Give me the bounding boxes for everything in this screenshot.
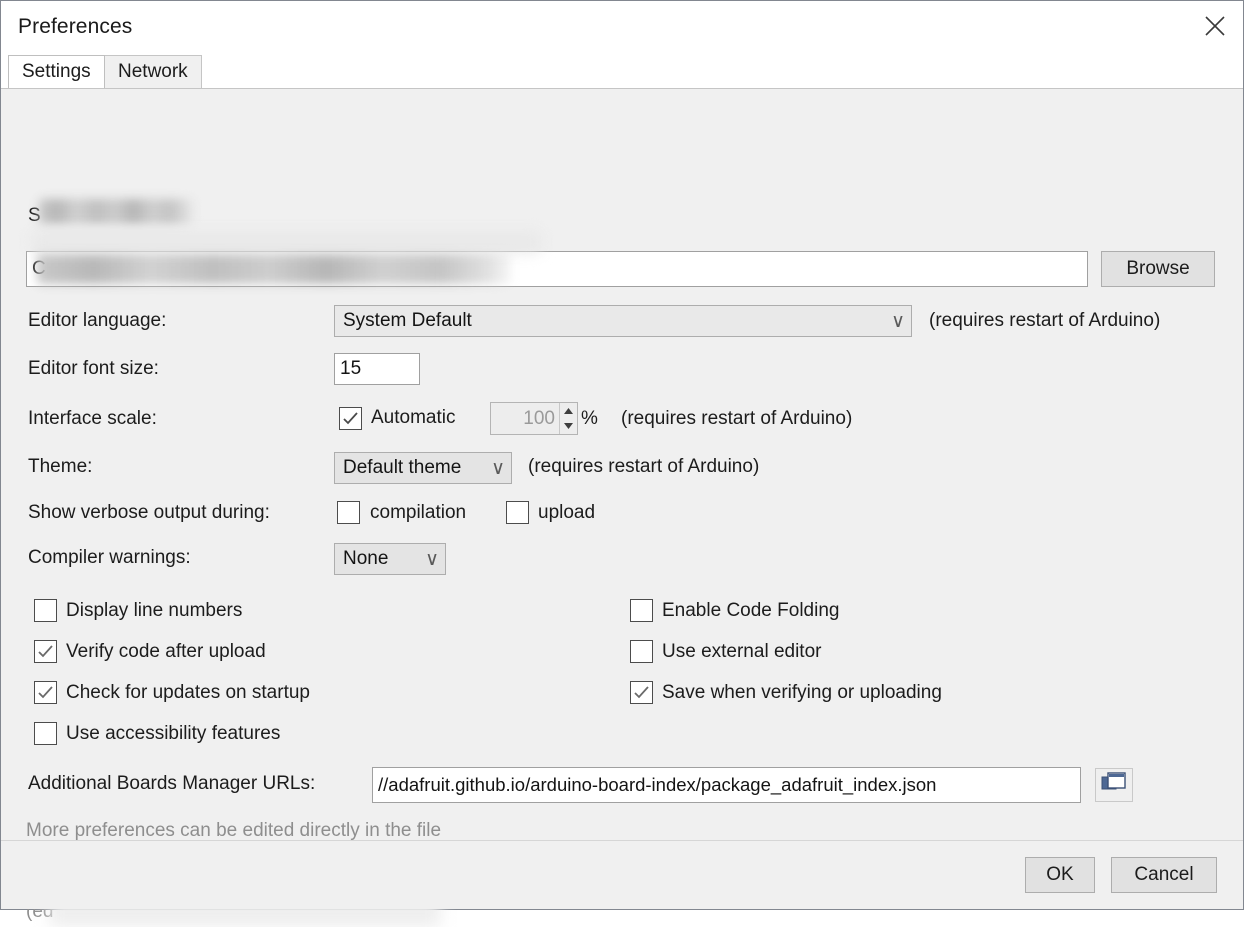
checkbox-display-line-numbers[interactable] (34, 599, 57, 622)
editor-font-size-label: Editor font size: (28, 358, 159, 379)
editor-font-size-input[interactable]: 15 (334, 353, 420, 385)
checkbox-use-external-editor[interactable] (630, 640, 653, 663)
label-save-when-verifying-or-uploading: Save when verifying or uploading (662, 682, 942, 703)
checkmark-icon (343, 412, 358, 425)
label-verify-code-after-upload: Verify code after upload (66, 641, 266, 662)
theme-value: Default theme (343, 457, 462, 478)
compiler-warnings-value: None (343, 548, 389, 569)
checkbox-use-accessibility-features[interactable] (34, 722, 57, 745)
dialog-footer: OK Cancel (1, 840, 1243, 909)
sketchbook-path-value: C (32, 258, 46, 279)
checkmark-icon (634, 686, 649, 699)
verbose-output-label: Show verbose output during: (28, 502, 270, 523)
compiler-warnings-select[interactable]: None ∨ (334, 543, 446, 575)
settings-panel: S C Browse Editor language: System Defau… (1, 88, 1243, 927)
tab-strip: Settings Network (1, 51, 1243, 88)
preferences-dialog: Preferences Settings Network S C Browse … (0, 0, 1244, 927)
theme-select[interactable]: Default theme ∨ (334, 452, 512, 484)
verbose-compilation-checkbox[interactable] (337, 501, 360, 524)
tab-settings[interactable]: Settings (8, 55, 105, 88)
theme-hint: (requires restart of Arduino) (528, 456, 760, 477)
chevron-down-icon: ∨ (891, 310, 905, 332)
tab-network[interactable]: Network (104, 55, 202, 88)
interface-scale-automatic-checkbox[interactable] (339, 407, 362, 430)
sketchbook-path-redaction-top (31, 231, 541, 253)
boards-urls-value: //adafruit.github.io/arduino-board-index… (378, 774, 937, 795)
checkmark-icon (38, 645, 53, 658)
sketchbook-label-redaction (39, 199, 194, 224)
verbose-upload-checkbox[interactable] (506, 501, 529, 524)
sketchbook-path-input[interactable]: C (26, 251, 1088, 287)
close-button[interactable] (1187, 1, 1243, 51)
windows-expand-icon (1101, 771, 1127, 799)
label-display-line-numbers: Display line numbers (66, 600, 243, 621)
theme-label: Theme: (28, 456, 93, 477)
boards-urls-label: Additional Boards Manager URLs: (28, 773, 316, 794)
verbose-upload-label: upload (538, 502, 596, 523)
verbose-compilation-label: compilation (370, 502, 467, 523)
label-use-accessibility-features: Use accessibility features (66, 723, 281, 744)
label-enable-code-folding: Enable Code Folding (662, 600, 840, 621)
window-title: Preferences (18, 15, 133, 38)
boards-urls-input[interactable]: //adafruit.github.io/arduino-board-index… (372, 767, 1081, 803)
interface-scale-stepper[interactable]: 100 (490, 402, 578, 435)
checkbox-verify-code-after-upload[interactable] (34, 640, 57, 663)
checkbox-save-when-verifying-or-uploading[interactable] (630, 681, 653, 704)
ok-button[interactable]: OK (1025, 857, 1095, 893)
label-check-for-updates-on-startup: Check for updates on startup (66, 682, 310, 703)
editor-language-value: System Default (343, 310, 472, 331)
editor-language-hint: (requires restart of Arduino) (929, 310, 1161, 331)
editor-language-select[interactable]: System Default ∨ (334, 305, 912, 337)
close-icon (1202, 13, 1228, 39)
stepper-down-button[interactable] (560, 419, 577, 435)
cancel-button[interactable]: Cancel (1111, 857, 1217, 893)
interface-scale-hint: (requires restart of Arduino) (621, 408, 853, 429)
editor-language-label: Editor language: (28, 310, 167, 331)
browse-button[interactable]: Browse (1101, 251, 1215, 287)
chevron-down-icon: ∨ (425, 548, 439, 570)
checkbox-check-for-updates-on-startup[interactable] (34, 681, 57, 704)
interface-scale-value: 100 (523, 407, 555, 429)
editor-font-size-value: 15 (340, 358, 362, 379)
compiler-warnings-label: Compiler warnings: (28, 547, 191, 568)
interface-scale-automatic-label: Automatic (371, 407, 456, 428)
checkbox-enable-code-folding[interactable] (630, 599, 653, 622)
interface-scale-percent: % (581, 408, 598, 429)
interface-scale-label: Interface scale: (28, 408, 157, 429)
stepper-up-button[interactable] (560, 403, 577, 419)
stepper-arrows (559, 403, 577, 434)
title-bar: Preferences (1, 1, 1243, 51)
boards-urls-expand-button[interactable] (1095, 768, 1133, 802)
more-preferences-note: More preferences can be edited directly … (26, 820, 442, 841)
label-use-external-editor: Use external editor (662, 641, 822, 662)
checkmark-icon (38, 686, 53, 699)
sketchbook-location-label: S (28, 205, 41, 226)
chevron-down-icon: ∨ (491, 457, 505, 479)
